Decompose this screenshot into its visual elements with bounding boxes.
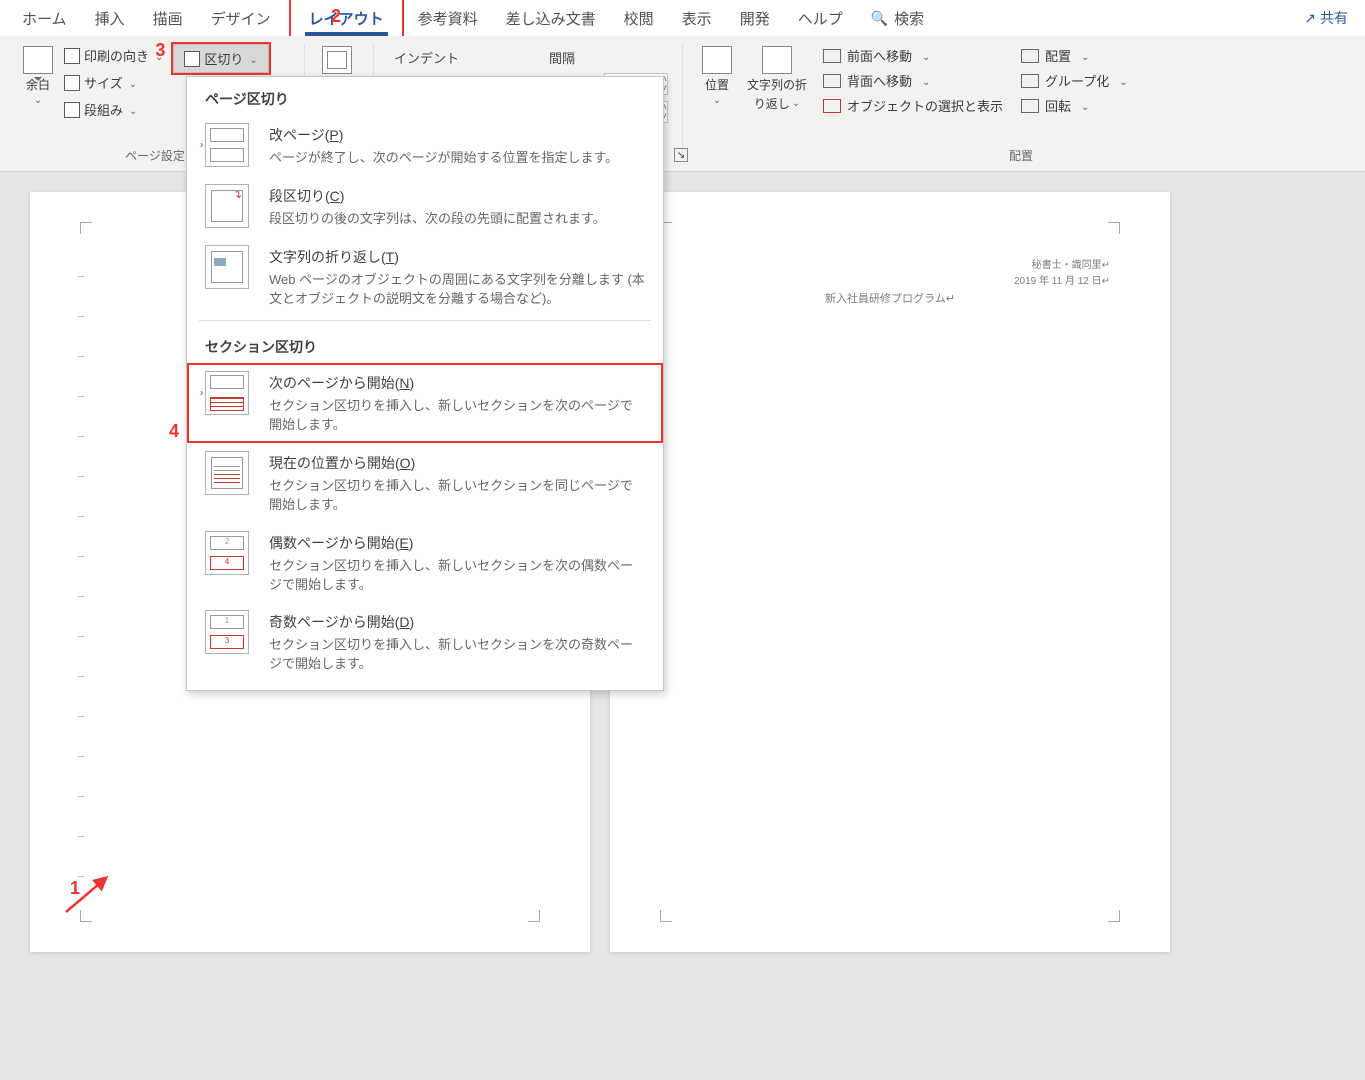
columns-label: 段組み <box>84 100 123 119</box>
tab-draw[interactable]: 描画 <box>139 0 197 36</box>
group-arrange: 位置 ⌄ 文字列の折 り返し ⌄ 前面へ移動 背面へ移動 オブジェクトの選択と表… <box>687 40 1355 168</box>
bring-forward-button[interactable]: 前面へ移動 <box>821 44 1005 67</box>
selection-pane-button[interactable]: オブジェクトの選択と表示 <box>821 94 1005 117</box>
orientation-button[interactable]: 印刷の向き <box>60 44 167 67</box>
dd-column-break-desc: 段区切りの後の文字列は、次の段の先頭に配置されます。 <box>269 210 645 229</box>
dd-odd-page[interactable]: 13 奇数ページから開始(D) セクション区切りを挿入し、新しいセクションを次の… <box>187 602 663 682</box>
dd-even-page[interactable]: 24 偶数ページから開始(E) セクション区切りを挿入し、新しいセクションを次の… <box>187 523 663 603</box>
breaks-button[interactable]: 区切り <box>173 44 268 73</box>
even-page-icon: 24 <box>205 531 249 575</box>
dd-even-page-title: 偶数ページから開始(E) <box>269 533 645 553</box>
indent-heading: インデント <box>384 42 469 73</box>
margins-button[interactable]: 余白 ⌄ <box>16 42 60 143</box>
dd-page-break-desc: ページが終了し、次のページが開始する位置を指定します。 <box>269 149 645 168</box>
dd-even-page-desc: セクション区切りを挿入し、新しいセクションを次の偶数ページで開始します。 <box>269 557 645 595</box>
align-button[interactable]: 配置 <box>1019 44 1130 67</box>
tab-bar: ホーム 挿入 描画 デザイン 2 レイアウト 参考資料 差し込み文書 校閲 表示… <box>0 0 1365 36</box>
tab-developer[interactable]: 開発 <box>726 0 784 36</box>
dd-section-section-breaks: セクション区切り <box>187 325 663 363</box>
text-wrap-break-icon <box>205 245 249 289</box>
column-break-icon <box>205 184 249 228</box>
rotate-button[interactable]: 回転 <box>1019 94 1130 117</box>
margins-icon <box>23 46 53 74</box>
size-label: サイズ <box>84 73 123 92</box>
dd-section-page-breaks: ページ区切り <box>187 77 663 115</box>
dd-page-break[interactable]: › 改ページ(P) ページが終了し、次のページが開始する位置を指定します。 <box>187 115 663 176</box>
odd-page-icon: 13 <box>205 610 249 654</box>
tab-design[interactable]: デザイン <box>197 0 285 36</box>
breaks-dropdown: ページ区切り › 改ページ(P) ページが終了し、次のページが開始する位置を指定… <box>186 76 664 691</box>
dd-text-wrap-title: 文字列の折り返し(T) <box>269 247 645 267</box>
orientation-label: 印刷の向き <box>84 46 149 65</box>
tab-review[interactable]: 校閲 <box>610 0 668 36</box>
search-label: 検索 <box>894 8 924 29</box>
dd-page-break-title: 改ページ(P) <box>269 125 645 145</box>
wrap-text-icon <box>762 46 792 74</box>
tab-layout[interactable]: レイアウト <box>295 0 398 36</box>
share-icon <box>1304 10 1316 27</box>
search-box[interactable]: 検索 <box>857 0 938 36</box>
columns-button[interactable]: 段組み <box>60 98 167 121</box>
orientation-icon <box>64 48 80 64</box>
next-page-icon: › <box>205 371 249 415</box>
dd-column-break[interactable]: 段区切り(C) 段区切りの後の文字列は、次の段の先頭に配置されます。 <box>187 176 663 237</box>
wrap-text-label-1: 文字列の折 <box>747 76 807 93</box>
position-icon <box>702 46 732 74</box>
group-icon <box>1021 74 1039 88</box>
dd-next-page-desc: セクション区切りを挿入し、新しいセクションを次のページで開始します。 <box>269 397 645 435</box>
size-icon <box>64 75 80 91</box>
position-label: 位置 <box>705 76 729 93</box>
tab-references[interactable]: 参考資料 <box>404 0 492 36</box>
dd-text-wrap[interactable]: 文字列の折り返し(T) Web ページのオブジェクトの周囲にある文字列を分離しま… <box>187 237 663 317</box>
columns-icon <box>64 102 80 118</box>
page-break-icon: › <box>205 123 249 167</box>
dd-continuous-desc: セクション区切りを挿入し、新しいセクションを同じページで開始します。 <box>269 477 645 515</box>
breaks-label: 区切り <box>204 49 243 68</box>
tab-view[interactable]: 表示 <box>668 0 726 36</box>
breaks-icon <box>184 51 200 67</box>
dialog-launcher-paragraph[interactable]: ↘ <box>674 148 688 162</box>
tab-insert[interactable]: 挿入 <box>81 0 139 36</box>
dd-next-page[interactable]: › 次のページから開始(N) セクション区切りを挿入し、新しいセクションを次のペ… <box>187 363 663 443</box>
dd-column-break-title: 段区切り(C) <box>269 186 645 206</box>
send-backward-icon <box>823 74 841 88</box>
dd-continuous-title: 現在の位置から開始(O) <box>269 453 645 473</box>
dd-odd-page-title: 奇数ページから開始(D) <box>269 612 645 632</box>
share-label: 共有 <box>1320 8 1348 28</box>
size-button[interactable]: サイズ <box>60 71 167 94</box>
dd-odd-page-desc: セクション区切りを挿入し、新しいセクションを次の奇数ページで開始します。 <box>269 636 645 674</box>
bring-forward-icon <box>823 49 841 63</box>
spacing-heading: 間隔 <box>539 42 585 73</box>
tab-home[interactable]: ホーム <box>8 0 81 36</box>
dd-next-page-title: 次のページから開始(N) <box>269 373 645 393</box>
page-2[interactable]: 秘書士・識同里↵ 2019 年 11 月 12 日↵ 新入社員研修プログラム↵ <box>610 192 1170 952</box>
group-button[interactable]: グループ化 <box>1019 69 1130 92</box>
tab-mailings[interactable]: 差し込み文書 <box>492 0 610 36</box>
page-icon <box>322 46 352 74</box>
dd-separator <box>199 320 651 321</box>
page-header-text: 秘書士・識同里↵ 2019 年 11 月 12 日↵ <box>1014 258 1110 290</box>
rotate-icon <box>1021 99 1039 113</box>
selection-pane-icon <box>823 99 841 113</box>
dd-continuous[interactable]: 現在の位置から開始(O) セクション区切りを挿入し、新しいセクションを同じページ… <box>187 443 663 523</box>
page-body-text: 新入社員研修プログラム↵ <box>610 290 1170 306</box>
page-ruler-ticks <box>78 276 84 912</box>
group-label-arrange: 配置 <box>693 143 1349 166</box>
position-button[interactable]: 位置 ⌄ <box>693 42 741 143</box>
search-icon <box>871 10 888 27</box>
wrap-text-label-2: り返し <box>754 95 790 112</box>
align-icon <box>1021 49 1039 63</box>
continuous-icon <box>205 451 249 495</box>
dd-text-wrap-desc: Web ページのオブジェクトの周囲にある文字列を分離します (本文とオブジェクト… <box>269 271 645 309</box>
wrap-text-button[interactable]: 文字列の折 り返し ⌄ <box>741 42 813 143</box>
ribbon-sep-3 <box>682 44 683 151</box>
send-backward-button[interactable]: 背面へ移動 <box>821 69 1005 92</box>
share-button[interactable]: 共有 <box>1295 3 1357 33</box>
tab-help[interactable]: ヘルプ <box>784 0 857 36</box>
